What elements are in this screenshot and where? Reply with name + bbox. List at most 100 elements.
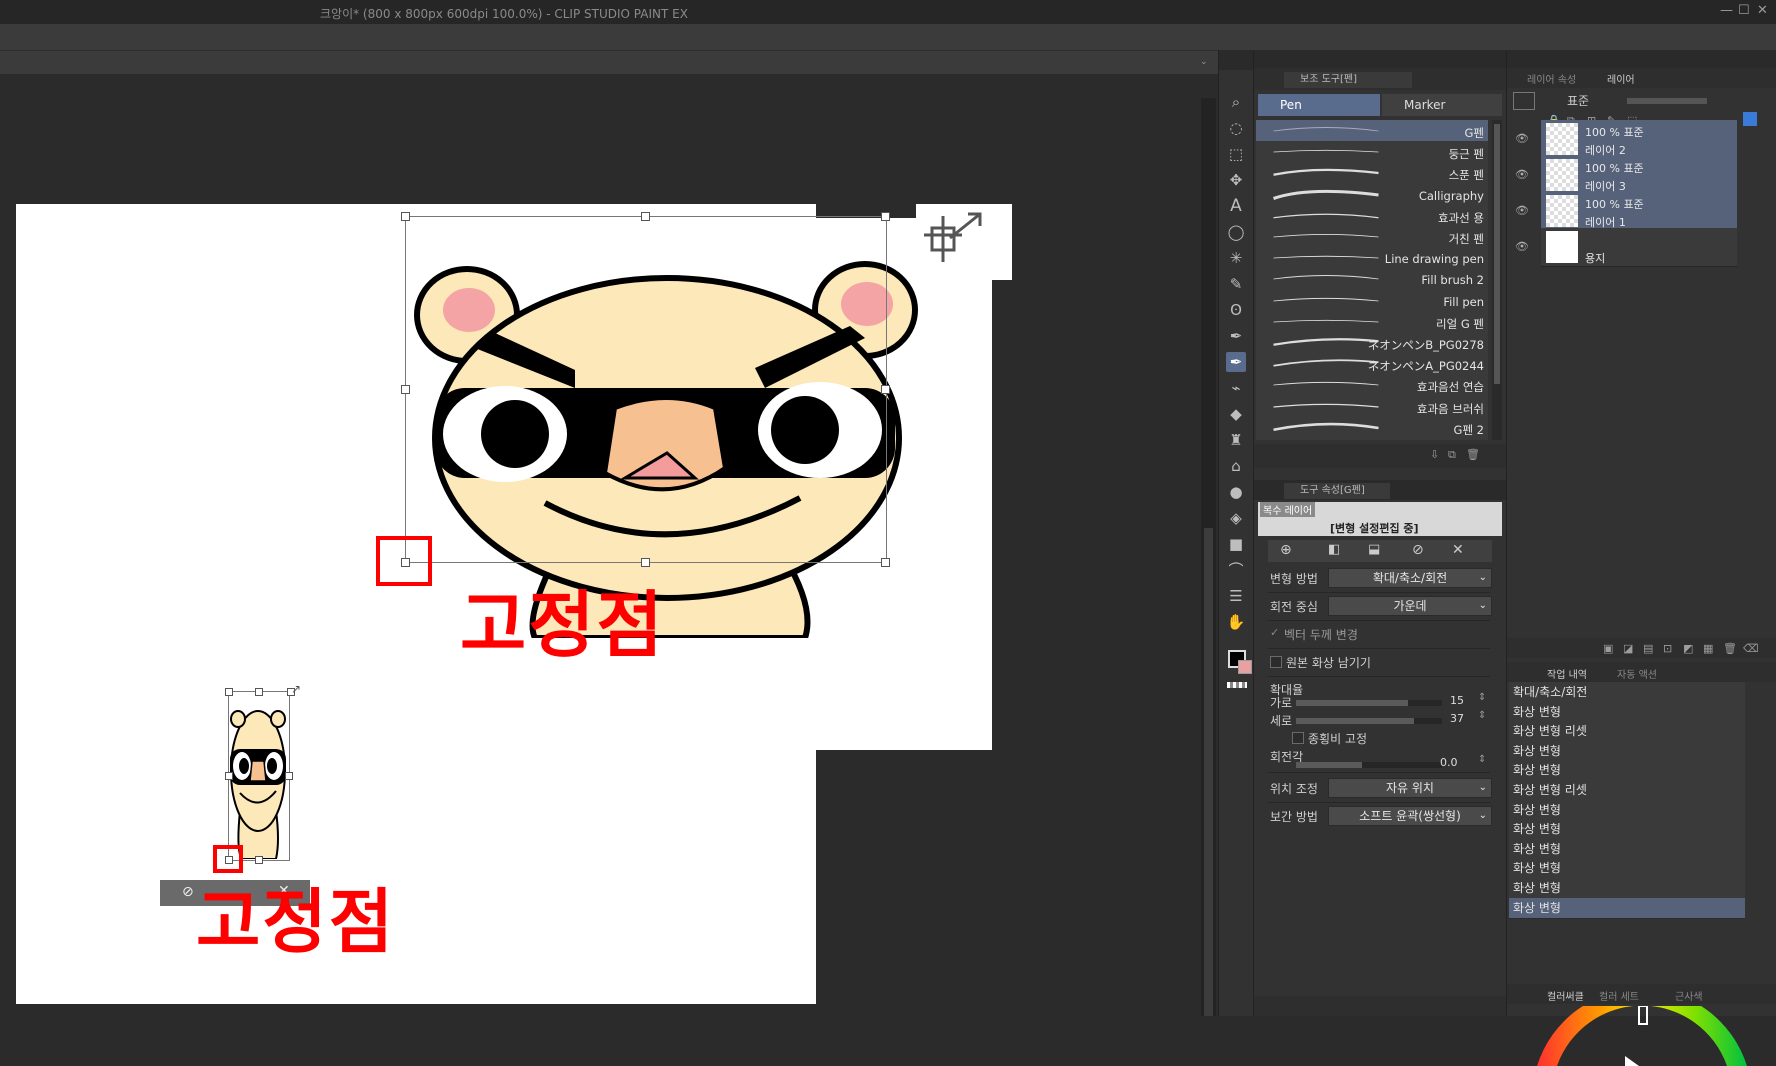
bucket-tool-icon[interactable]: ◈ — [1226, 508, 1246, 528]
transform-handle[interactable] — [255, 688, 263, 696]
ruler-tool-icon[interactable]: ☰ — [1226, 586, 1246, 606]
scrollbar-thumb[interactable] — [1204, 528, 1213, 1016]
fill-tool-icon[interactable]: ● — [1226, 482, 1246, 502]
chevron-down-icon[interactable]: ⌄ — [1200, 57, 1208, 67]
interpolation-select[interactable]: 소프트 윤곽(쌍선형) ⌄ — [1328, 806, 1492, 826]
canvas-area[interactable]: 고정점 ↗ ⊘ ✕ 고정점 — [0, 98, 1201, 1016]
transform-handle[interactable] — [641, 212, 650, 221]
transform-handle[interactable] — [225, 688, 233, 696]
new-vector-layer-icon[interactable]: ◪ — [1623, 642, 1633, 655]
sub-color-swatch[interactable] — [1238, 660, 1252, 674]
history-item[interactable]: 확대/축소/회전 — [1509, 682, 1745, 703]
opacity-slider[interactable] — [1627, 98, 1707, 104]
stepper-icon[interactable]: ⇕ — [1478, 692, 1486, 703]
subtool-group-marker[interactable]: Marker — [1382, 94, 1502, 116]
transform-handle[interactable] — [225, 772, 233, 780]
confirm-icon[interactable]: ⊘ — [182, 884, 194, 900]
brush-list-scrollbar[interactable] — [1492, 120, 1502, 440]
transform-handle[interactable] — [881, 558, 890, 567]
delete-icon[interactable]: 🗑 — [1466, 448, 1480, 461]
gradient-tool-icon[interactable]: ■ — [1226, 534, 1246, 554]
subtool-tab[interactable]: 보조 도구[펜] — [1284, 72, 1412, 88]
transform-handle[interactable] — [881, 385, 890, 394]
subtool-group-pen[interactable]: Pen — [1258, 94, 1380, 116]
transform-bounding-box-small[interactable] — [228, 691, 290, 861]
layer-item[interactable]: 100 % 표준 레이어 2 — [1541, 120, 1737, 159]
transform-handle[interactable] — [285, 772, 293, 780]
merge-icon[interactable]: ⊡ — [1663, 642, 1672, 655]
blend-mode-select[interactable]: 표준 — [1567, 92, 1589, 109]
history-item[interactable]: 화상 변형 — [1509, 701, 1745, 723]
color-wheel-tab[interactable]: 컬러써클 — [1547, 988, 1584, 1003]
hand-tool-icon[interactable]: ✋ — [1226, 612, 1246, 632]
layer-property-tab[interactable]: 레이어 속성 — [1527, 71, 1576, 86]
rotation-value[interactable]: 0.0 — [1440, 756, 1458, 769]
layer-delete-icon[interactable]: 🗑 — [1723, 642, 1737, 655]
transform-handle[interactable] — [255, 856, 263, 864]
stepper-icon[interactable]: ⇕ — [1478, 710, 1486, 721]
new-folder-icon[interactable]: ▤ — [1643, 642, 1653, 655]
history-item[interactable]: 화상 변형 — [1509, 740, 1745, 762]
cancel-transform-icon[interactable]: ✕ — [1452, 542, 1464, 558]
position-select[interactable]: 자유 위치 ⌄ — [1328, 778, 1492, 798]
keep-original-checkbox[interactable] — [1270, 656, 1282, 668]
mask-add-icon[interactable]: ◩ — [1683, 642, 1693, 655]
balloon-tool-icon[interactable]: ◯ — [1226, 222, 1246, 242]
download-icon[interactable]: ⇩ — [1430, 448, 1439, 461]
curve-tool-icon[interactable]: ⌒ — [1226, 560, 1246, 580]
new-raster-layer-icon[interactable]: ▣ — [1603, 642, 1613, 655]
lasso-icon[interactable]: ʘ — [1226, 300, 1246, 320]
transform-bounding-box[interactable] — [405, 216, 887, 563]
history-item[interactable]: 화상 변형 — [1509, 858, 1745, 880]
height-value[interactable]: 37 — [1450, 712, 1464, 725]
vector-width-option[interactable]: 벡터 두께 변경 — [1284, 626, 1358, 643]
visibility-eye-icon[interactable]: 👁 — [1515, 204, 1529, 217]
transform-handle[interactable] — [401, 212, 410, 221]
eyedropper-icon[interactable]: ✎ — [1226, 274, 1246, 294]
rotate-view-icon[interactable]: ◌ — [1226, 118, 1246, 138]
move-tool-icon[interactable]: ✥ — [1226, 170, 1246, 190]
visibility-eye-icon[interactable]: 👁 — [1515, 132, 1529, 145]
color-wheel[interactable] — [1527, 1006, 1757, 1066]
minimize-button[interactable]: — — [1720, 3, 1733, 18]
history-item[interactable]: 화상 변형 — [1509, 819, 1745, 841]
transform-handle[interactable] — [881, 212, 890, 221]
eraser-tool-icon[interactable]: ◆ — [1226, 404, 1246, 424]
width-value[interactable]: 15 — [1450, 694, 1464, 707]
text-tool-icon[interactable]: A — [1226, 196, 1246, 216]
transparent-color-swatch[interactable] — [1227, 682, 1247, 688]
history-item[interactable]: 화상 변형 — [1509, 799, 1745, 821]
flip-vertical-icon[interactable]: ⬓ — [1368, 542, 1380, 557]
maximize-button[interactable]: ☐ — [1738, 3, 1750, 18]
blend-tool-icon[interactable]: ♜ — [1226, 430, 1246, 450]
visibility-eye-icon[interactable]: 👁 — [1515, 240, 1529, 253]
auto-action-tab[interactable]: 자동 액션 — [1617, 666, 1657, 681]
transform-handle[interactable] — [401, 385, 410, 394]
history-tab[interactable]: 작업 내역 — [1547, 666, 1587, 681]
color-set-tab[interactable]: 컬러 세트 — [1599, 988, 1639, 1003]
history-item[interactable]: 화상 변형 리셋 — [1509, 780, 1745, 801]
brush-item[interactable]: G펜 2 — [1256, 416, 1488, 440]
brush-tool-icon[interactable]: ⌁ — [1226, 378, 1246, 398]
similar-color-tab[interactable]: 근사색 — [1675, 988, 1703, 1003]
magic-wand-icon[interactable]: ✳ — [1226, 248, 1246, 268]
width-slider[interactable] — [1296, 700, 1442, 706]
history-item[interactable]: 화상 변형 — [1509, 897, 1745, 919]
keep-ratio-checkbox[interactable] — [1292, 732, 1304, 744]
brush-list-scroll-thumb[interactable] — [1494, 124, 1500, 384]
rotation-center-select[interactable]: 가운데 ⌄ — [1328, 596, 1492, 616]
figure-tool-icon[interactable]: ⌂ — [1226, 456, 1246, 476]
history-item[interactable]: 화상 변형 — [1509, 838, 1745, 860]
confirm-transform-icon[interactable]: ⊘ — [1412, 542, 1424, 558]
history-item[interactable]: 화상 변형 — [1509, 760, 1745, 782]
close-button[interactable]: ✕ — [1757, 3, 1768, 18]
layer-item[interactable]: 100 % 표준 레이어 3 — [1541, 156, 1737, 195]
toolprop-tab[interactable]: 도구 속성[G펜] — [1284, 483, 1390, 499]
layer-tab[interactable]: 레이어 — [1607, 71, 1635, 86]
ruler-add-icon[interactable]: ▦ — [1703, 642, 1713, 655]
operation-tool-icon[interactable]: ⬚ — [1226, 144, 1246, 164]
brush-item[interactable]: 펜(양끝이 뾰족함) — [1256, 438, 1488, 440]
zoom-tool-icon[interactable]: ⌕ — [1226, 92, 1246, 112]
canvas-scrollbar[interactable] — [1201, 98, 1216, 1016]
height-slider[interactable] — [1296, 718, 1442, 724]
